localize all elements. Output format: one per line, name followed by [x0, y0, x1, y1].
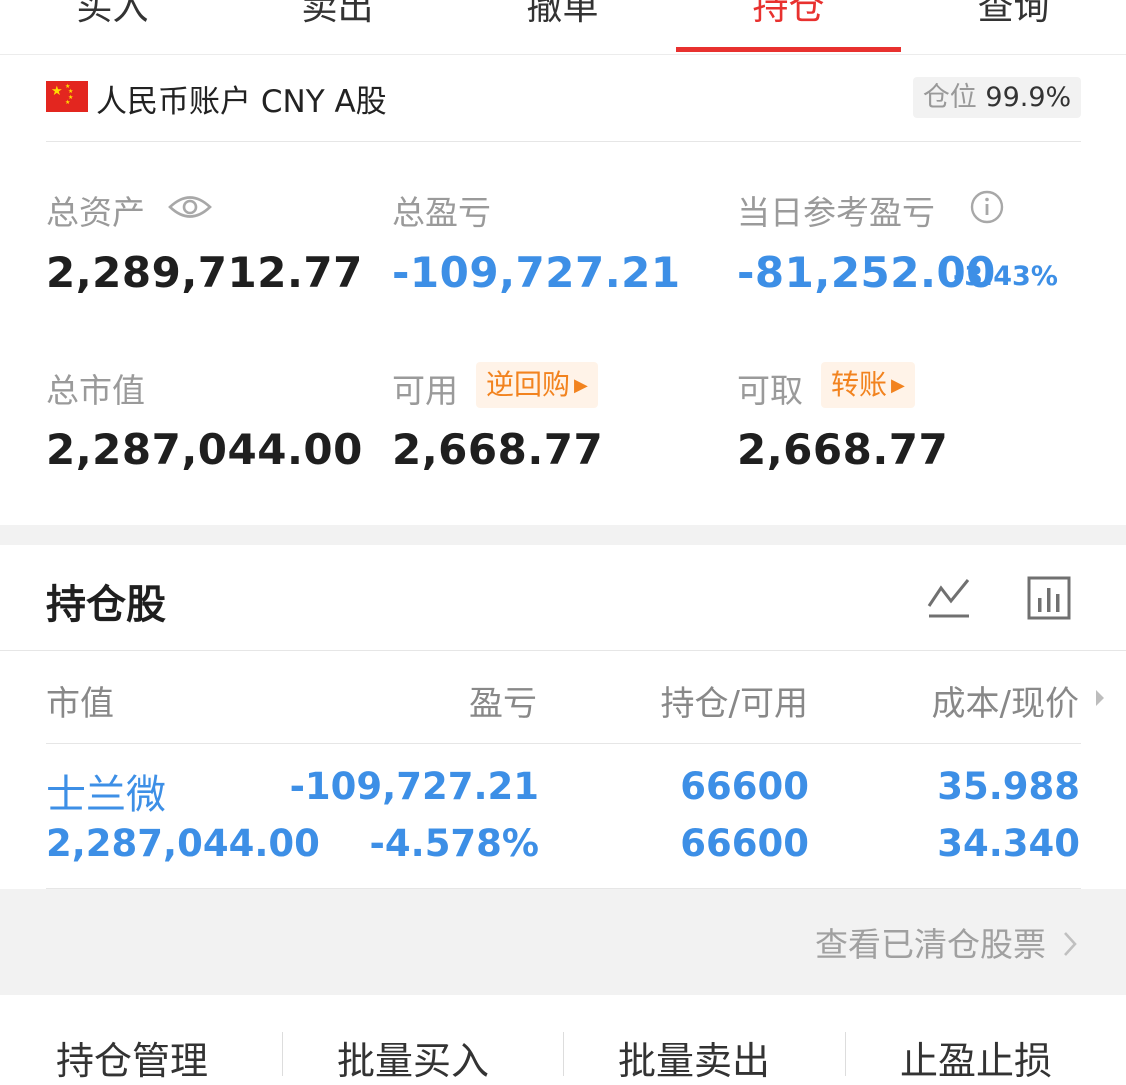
transfer-label: 转账: [831, 368, 888, 401]
available-value: 2,668.77: [392, 425, 604, 474]
batch-buy-button[interactable]: 批量买入: [337, 1030, 489, 1085]
tab-buy[interactable]: 买入: [0, 0, 225, 30]
top-tab-bar: 买入 卖出 撤单 持仓 查询: [0, 0, 1126, 55]
holdings-title: 持仓股: [46, 582, 166, 628]
reverse-repo-label: 逆回购: [486, 368, 571, 401]
total-assets-value: 2,289,712.77: [46, 248, 363, 297]
trend-chart-icon[interactable]: [926, 576, 972, 620]
withdrawable-label: 可取: [737, 371, 803, 410]
stop-profit-loss-button[interactable]: 止盈止损: [900, 1030, 1052, 1085]
section-gap: [0, 525, 1126, 545]
stock-pnl: -109,727.21: [289, 765, 539, 808]
bar-chart-icon[interactable]: [1027, 576, 1071, 620]
divider: [0, 650, 1126, 651]
stock-price: 34.340: [937, 822, 1080, 865]
col-header-pnl[interactable]: 盈亏: [469, 676, 537, 725]
transfer-button[interactable]: 转账 ▶: [821, 362, 915, 408]
caret-right-icon: ▶: [891, 375, 905, 396]
col-header-cost-price[interactable]: 成本/现价: [932, 676, 1079, 725]
info-icon[interactable]: [970, 190, 1004, 224]
spacer: [0, 995, 1126, 1009]
eye-icon[interactable]: [168, 192, 212, 222]
divider: [46, 743, 1081, 744]
tab-sell[interactable]: 卖出: [225, 0, 450, 30]
available-label: 可用: [392, 371, 458, 410]
divider: [563, 1032, 564, 1076]
stock-name: 士兰微: [46, 772, 166, 818]
col-header-market-value[interactable]: 市值: [46, 676, 114, 725]
total-pnl-label: 总盈亏: [392, 193, 491, 232]
divider: [282, 1032, 283, 1076]
total-pnl-value: -109,727.21: [392, 248, 681, 297]
active-tab-indicator: [676, 47, 901, 52]
tab-cancel[interactable]: 撤单: [450, 0, 675, 30]
account-title[interactable]: 人民币账户 CNY A股: [96, 76, 387, 121]
caret-right-icon: ▶: [574, 375, 588, 396]
divider: [845, 1032, 846, 1076]
reverse-repo-button[interactable]: 逆回购 ▶: [476, 362, 598, 408]
col-header-position[interactable]: 持仓/可用: [661, 676, 808, 725]
position-ratio-badge: 仓位 99.9%: [913, 77, 1081, 118]
today-pnl-label: 当日参考盈亏: [737, 193, 935, 232]
batch-sell-button[interactable]: 批量卖出: [618, 1030, 770, 1085]
stock-cost: 35.988: [937, 765, 1080, 808]
cleared-stocks-link[interactable]: 查看已清仓股票: [815, 918, 1046, 966]
caret-right-icon[interactable]: [1094, 688, 1106, 708]
stock-position: 66600: [680, 765, 809, 808]
today-pnl-percent: -3.43%: [953, 261, 1058, 292]
manage-holdings-button[interactable]: 持仓管理: [56, 1030, 208, 1085]
market-value-value: 2,287,044.00: [46, 425, 363, 474]
china-flag-icon: ★ ★ ★ ★ ★: [46, 81, 88, 112]
stock-pnl-percent: -4.578%: [369, 822, 539, 865]
stock-market-value: 2,287,044.00: [46, 822, 320, 865]
withdrawable-value: 2,668.77: [737, 425, 949, 474]
chevron-right-icon[interactable]: [1062, 930, 1078, 958]
market-value-label: 总市值: [46, 371, 145, 410]
tab-holdings[interactable]: 持仓: [676, 0, 901, 30]
position-value: 99.9%: [985, 82, 1072, 113]
divider: [46, 141, 1081, 142]
stock-available: 66600: [680, 822, 809, 865]
position-label: 仓位: [922, 82, 977, 113]
total-assets-label: 总资产: [46, 193, 145, 232]
tab-query[interactable]: 查询: [901, 0, 1126, 30]
